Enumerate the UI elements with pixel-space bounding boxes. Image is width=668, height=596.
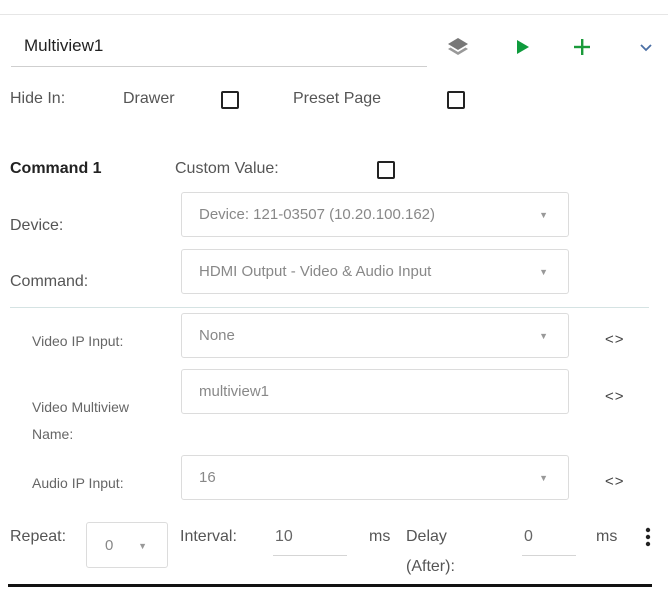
more-vertical-icon [645,527,651,547]
custom-value-checkbox[interactable] [377,161,395,179]
caret-down-icon: ▼ [539,331,548,341]
video-multiview-name-label-line2: Name: [32,426,74,442]
preset-page-label: Preset Page [293,90,382,107]
caret-down-icon: ▼ [539,210,548,220]
preset-page-checkbox[interactable] [447,91,465,109]
code-icon[interactable]: <> [605,388,625,405]
layers-button[interactable] [444,34,472,60]
device-select[interactable]: Device: 121-03507 (10.20.100.162) ▼ [181,192,569,237]
more-options-button[interactable] [643,527,653,549]
delay-label-line1: Delay [406,528,447,545]
delay-input[interactable]: 0 [522,522,576,556]
code-icon[interactable]: <> [605,331,625,348]
audio-ip-input-select[interactable]: 16 ▼ [181,455,569,500]
video-ip-input-label: Video IP Input: [32,333,124,349]
interval-input[interactable]: 10 [273,522,347,556]
command-title: Command 1 [10,160,102,177]
delay-unit: ms [596,528,618,545]
run-button[interactable] [508,34,536,60]
video-ip-input-value: None [199,327,235,344]
interval-label: Interval: [180,528,237,545]
play-icon [517,40,529,54]
drawer-checkbox[interactable] [221,91,239,109]
custom-value-label: Custom Value: [175,160,279,177]
device-select-value: Device: 121-03507 (10.20.100.162) [199,206,436,223]
interval-input-value: 10 [275,528,293,545]
top-divider [0,14,668,15]
name-input-value: Multiview1 [24,36,104,55]
section-divider [10,307,649,308]
repeat-select[interactable]: 0 ▼ [86,522,168,568]
code-icon[interactable]: <> [605,473,625,490]
delay-label-line2: (After): [406,558,455,575]
command-select-value: HDMI Output - Video & Audio Input [199,263,432,280]
audio-ip-input-label: Audio IP Input: [32,475,124,491]
drawer-label: Drawer [123,90,175,107]
add-button[interactable] [568,34,596,60]
video-ip-input-select[interactable]: None ▼ [181,313,569,358]
device-label: Device: [10,217,64,234]
caret-down-icon: ▼ [539,473,548,483]
video-multiview-name-input[interactable]: multiview1 [181,369,569,414]
caret-down-icon: ▼ [539,267,548,277]
caret-down-icon: ▼ [138,541,147,551]
expand-button[interactable] [632,34,660,60]
repeat-select-value: 0 [105,537,114,554]
hide-in-label: Hide In: [10,90,66,107]
command-select[interactable]: HDMI Output - Video & Audio Input ▼ [181,249,569,294]
chevron-down-icon [640,44,652,52]
delay-input-value: 0 [524,528,533,545]
repeat-label: Repeat: [10,528,67,545]
layers-icon [448,38,468,55]
command-label: Command: [10,273,89,290]
plus-icon [574,39,590,55]
interval-unit: ms [369,528,391,545]
audio-ip-input-value: 16 [199,469,216,486]
bottom-divider [8,584,652,587]
video-multiview-name-label-line1: Video Multiview [32,399,130,415]
video-multiview-name-value: multiview1 [199,383,270,400]
